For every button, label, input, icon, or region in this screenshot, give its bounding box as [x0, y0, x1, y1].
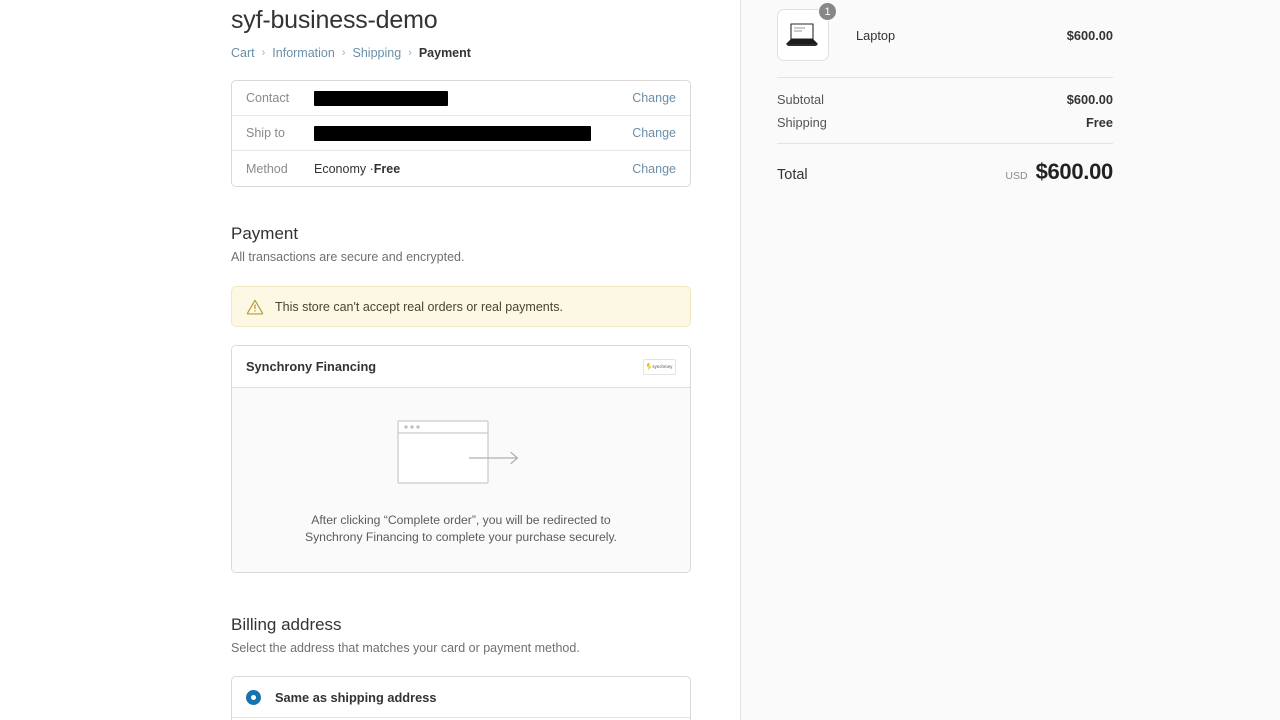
- summary-row-method: Method Economy · Free Change: [232, 151, 690, 186]
- order-summary-sidebar: 1 Laptop $600.00 Subtotal $600.00 Shippi…: [741, 0, 1280, 720]
- breadcrumb-item-cart[interactable]: Cart: [231, 45, 255, 61]
- synchrony-logo-text: synchrony: [652, 364, 673, 369]
- payment-method-card[interactable]: Synchrony Financing synchrony After clic…: [231, 345, 691, 573]
- chevron-right-icon: ›: [261, 47, 266, 59]
- page-title: syf-business-demo: [231, 6, 438, 34]
- product-thumbnail-wrapper: 1: [777, 2, 837, 61]
- breadcrumb-item-payment: Payment: [418, 46, 471, 60]
- subtotal-value: $600.00: [1066, 92, 1113, 107]
- browser-redirect-icon: [397, 420, 519, 484]
- summary-row-contact: Contact Change: [232, 81, 690, 116]
- summary-value-ship-to: [314, 125, 632, 141]
- billing-option-same-as-shipping[interactable]: Same as shipping address: [232, 677, 690, 718]
- checkout-page: syf-business-demo Cart › Information › S…: [0, 0, 1280, 720]
- order-info-summary-card: Contact Change Ship to Change Method Eco…: [231, 80, 691, 187]
- item-price: $600.00: [1066, 27, 1113, 43]
- breadcrumb-item-shipping[interactable]: Shipping: [353, 45, 402, 61]
- total-currency: USD: [1005, 170, 1028, 182]
- redacted-contact-value: [314, 90, 448, 106]
- billing-address-options: Same as shipping address Use a different…: [231, 676, 691, 720]
- synchrony-logo-icon: synchrony: [643, 358, 676, 375]
- chevron-right-icon: ›: [408, 47, 412, 59]
- synchrony-logo-mark: [646, 362, 652, 371]
- payment-method-name: Synchrony Financing: [246, 359, 377, 374]
- redacted-shipping-address-value: [314, 125, 591, 141]
- order-line-item: 1 Laptop $600.00: [777, 2, 1113, 62]
- chevron-right-icon: ›: [341, 47, 346, 59]
- billing-option-label: Same as shipping address: [275, 689, 437, 705]
- item-name: Laptop: [856, 27, 896, 43]
- billing-address-title: Billing address: [231, 615, 342, 634]
- payment-method-header: Synchrony Financing synchrony: [232, 346, 690, 388]
- warning-triangle-icon: [246, 299, 264, 315]
- total-amount-group: USD $600.00: [1005, 159, 1113, 185]
- summary-value-method: Economy · Free: [314, 162, 632, 176]
- payment-section-subtitle: All transactions are secure and encrypte…: [231, 250, 465, 264]
- change-shipping-address-link[interactable]: Change: [632, 126, 676, 140]
- subtotal-label: Subtotal: [777, 92, 824, 107]
- shipping-label: Shipping: [777, 115, 827, 130]
- radio-selected-icon[interactable]: [246, 689, 261, 705]
- change-shipping-method-link[interactable]: Change: [632, 162, 676, 176]
- subtotal-row: Subtotal $600.00: [777, 92, 1113, 107]
- shipping-method-name: Economy ·: [314, 161, 374, 176]
- breadcrumb-item-information[interactable]: Information: [272, 45, 335, 61]
- summary-label-method: Method: [246, 161, 288, 176]
- total-divider: [777, 143, 1113, 144]
- summary-label-ship-to: Ship to: [246, 126, 285, 140]
- breadcrumb: Cart › Information › Shipping › Payment: [231, 45, 691, 61]
- summary-label-contact: Contact: [246, 91, 290, 105]
- shipping-value: Free: [1085, 115, 1113, 130]
- test-mode-warning-text: This store can't accept real orders or r…: [275, 299, 563, 314]
- billing-address-subtitle: Select the address that matches your car…: [231, 641, 580, 655]
- payment-method-body: After clicking “Complete order”, you wil…: [232, 388, 690, 572]
- redirect-note-text: After clicking “Complete order”, you wil…: [304, 513, 618, 544]
- summary-divider: [777, 77, 1113, 78]
- change-contact-link[interactable]: Change: [632, 91, 676, 105]
- total-label: Total: [777, 167, 808, 183]
- summary-row-ship-to: Ship to Change: [232, 116, 690, 151]
- test-mode-warning-banner: This store can't accept real orders or r…: [231, 286, 691, 327]
- total-value: $600.00: [1035, 159, 1114, 184]
- item-quantity-badge: 1: [818, 2, 837, 21]
- checkout-main-column: syf-business-demo Cart › Information › S…: [0, 0, 741, 720]
- laptop-icon: [786, 23, 818, 46]
- shipping-row: Shipping Free: [777, 115, 1113, 130]
- shipping-method-price: Free: [373, 161, 401, 176]
- summary-value-contact: [314, 90, 632, 106]
- grand-total-row: Total USD $600.00: [777, 159, 1113, 185]
- payment-section-title: Payment: [231, 224, 299, 243]
